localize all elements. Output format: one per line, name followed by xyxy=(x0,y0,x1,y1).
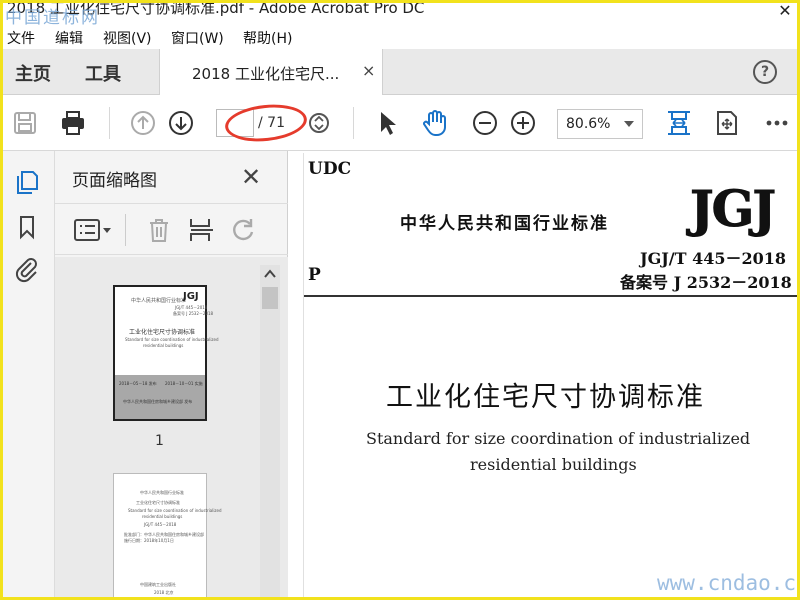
fit-page-icon[interactable] xyxy=(665,109,693,137)
zoom-select[interactable]: 80.6% xyxy=(557,109,643,139)
menu-edit[interactable]: 编辑 xyxy=(55,28,83,48)
thumbnail-panel-title: 页面缩略图 xyxy=(72,171,157,191)
thumbnail-tools xyxy=(55,203,288,255)
select-cursor-icon[interactable] xyxy=(373,109,401,137)
doc-title-en-line2: residential buildings xyxy=(470,455,637,474)
thumbnail-page-2[interactable]: 中华人民共和国行业标准 工业化住宅尺寸协调标准 Standard for siz… xyxy=(113,473,222,597)
page-stepper-icon[interactable] xyxy=(308,109,330,137)
thumbnail-footer-band: 2018－05－18 发布 2018－10－01 实施 中华人民共和国住房和城乡… xyxy=(115,375,205,419)
print-icon[interactable] xyxy=(59,109,87,137)
thumbnail-panel: 页面缩略图 ✕ 中华人民共和国行业标准 JGJ JGJ/T 445－2018 备… xyxy=(55,151,288,597)
thumbnail-page-1[interactable]: 中华人民共和国行业标准 JGJ JGJ/T 445－2018 备案号 J 253… xyxy=(113,285,219,421)
app-window: 2018 工业化住宅尺寸协调标准.pdf - Adobe Acrobat Pro… xyxy=(0,0,800,600)
insert-page-icon[interactable] xyxy=(187,216,215,244)
left-rail xyxy=(3,151,55,597)
menu-help[interactable]: 帮助(H) xyxy=(243,28,292,48)
doc-p: P xyxy=(308,265,321,285)
doc-record-number: 备案号 J 2532－2018 xyxy=(620,273,792,292)
page-move-icon[interactable] xyxy=(713,109,741,137)
zoom-value: 80.6% xyxy=(566,116,611,132)
toolbar: / 71 80.6% xyxy=(3,95,797,151)
close-icon[interactable]: ✕ xyxy=(241,163,261,191)
save-icon[interactable] xyxy=(11,109,39,137)
doc-standard-category: 中华人民共和国行业标准 xyxy=(400,214,609,234)
doc-title-en-line1: Standard for size coordination of indust… xyxy=(366,429,751,448)
doc-divider xyxy=(304,295,797,297)
document-page: UDC 中华人民共和国行业标准 JGJ JGJ/T 445－2018 P 备案号… xyxy=(303,153,797,597)
zoom-out-icon[interactable] xyxy=(471,109,499,137)
highlight-annotation xyxy=(223,100,309,146)
next-page-icon[interactable] xyxy=(167,109,195,137)
tab-close-icon[interactable]: × xyxy=(362,61,375,80)
title-bar: 2018 工业化住宅尺寸协调标准.pdf - Adobe Acrobat Pro… xyxy=(3,3,797,28)
zoom-in-icon[interactable] xyxy=(509,109,537,137)
thumbnail-scrollbar[interactable] xyxy=(260,265,280,597)
attachment-icon[interactable] xyxy=(13,255,41,283)
more-icon[interactable] xyxy=(763,109,791,137)
doc-logo: JGJ xyxy=(689,179,776,239)
hand-tool-icon[interactable] xyxy=(421,109,449,137)
tools-separator xyxy=(125,214,126,246)
tab-document-label: 2018 工业化住宅尺... xyxy=(192,65,340,83)
scroll-up-icon[interactable] xyxy=(264,269,276,279)
page-thumbnails-icon[interactable] xyxy=(13,167,41,195)
help-icon[interactable]: ? xyxy=(753,60,777,84)
toolbar-separator xyxy=(353,107,354,139)
watermark-bottom: www.cndao.com xyxy=(657,571,797,595)
menu-view[interactable]: 视图(V) xyxy=(103,28,152,48)
doc-code: JGJ/T 445－2018 xyxy=(640,249,787,268)
thumbnail-page-number: 1 xyxy=(155,433,164,449)
window-close-button[interactable]: ✕ xyxy=(775,3,795,19)
tab-bar: 主页 工具 2018 工业化住宅尺... × ? xyxy=(3,49,797,95)
tab-home[interactable]: 主页 xyxy=(15,60,51,86)
previous-page-icon[interactable] xyxy=(129,109,157,137)
menu-file[interactable]: 文件 xyxy=(7,28,35,48)
thumbnail-list[interactable]: 中华人民共和国行业标准 JGJ JGJ/T 445－2018 备案号 J 253… xyxy=(55,257,288,597)
bookmark-icon[interactable] xyxy=(13,213,41,241)
thumbnail-options-icon[interactable] xyxy=(73,216,113,244)
trash-icon[interactable] xyxy=(145,216,173,244)
tab-document[interactable]: 2018 工业化住宅尺... × xyxy=(159,49,383,95)
menu-bar: 文件 编辑 视图(V) 窗口(W) 帮助(H) xyxy=(3,25,797,49)
tab-tools[interactable]: 工具 xyxy=(85,60,121,86)
doc-udc: UDC xyxy=(308,159,352,179)
document-view[interactable]: UDC 中华人民共和国行业标准 JGJ JGJ/T 445－2018 P 备案号… xyxy=(289,151,797,597)
rotate-icon[interactable] xyxy=(229,216,257,244)
doc-title-cn: 工业化住宅尺寸协调标准 xyxy=(386,382,705,413)
scrollbar-thumb[interactable] xyxy=(262,287,278,309)
chevron-down-icon xyxy=(624,121,634,127)
toolbar-separator xyxy=(109,107,110,139)
menu-window[interactable]: 窗口(W) xyxy=(171,28,224,48)
